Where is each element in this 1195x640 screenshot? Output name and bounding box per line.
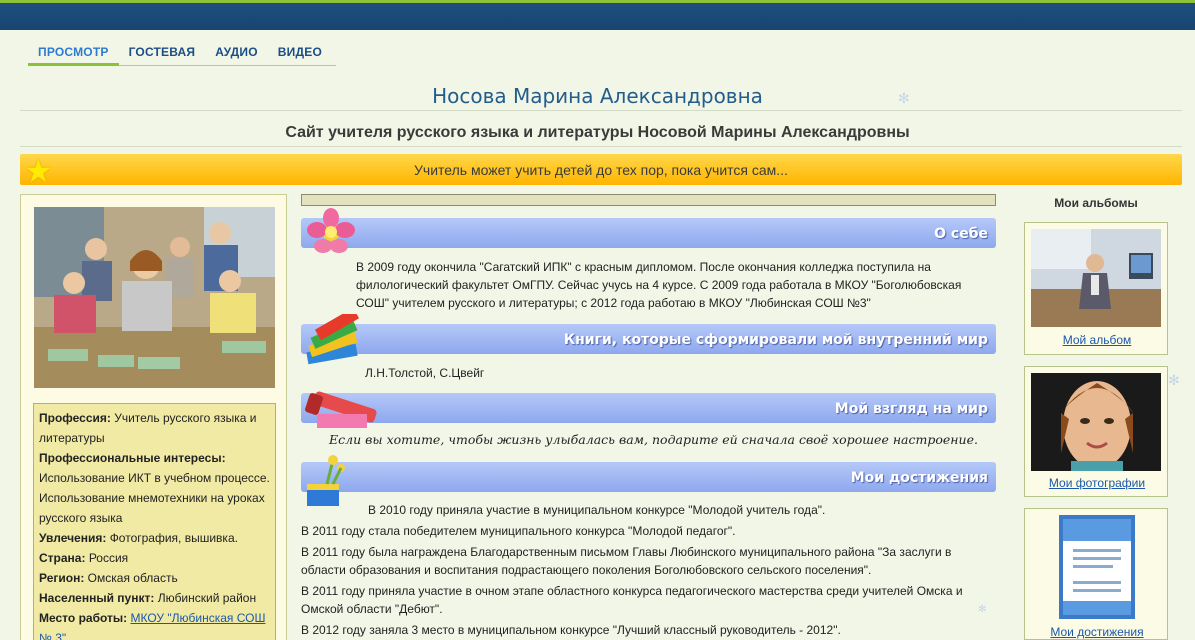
country-row: Страна: Россия	[39, 548, 270, 568]
snowflake-icon: ✻	[1168, 372, 1180, 388]
page-subtitle: Сайт учителя русского языка и литературы…	[285, 124, 910, 141]
section-header-about: О себе	[301, 218, 996, 248]
trophy-flowers-icon	[307, 455, 345, 506]
interests-row: Профессиональные интересы: Использование…	[39, 448, 270, 528]
nav-view[interactable]: ПРОСМОТР	[28, 44, 119, 66]
nav-audio[interactable]: АУДИО	[205, 44, 268, 66]
album-thumbnail[interactable]	[1031, 373, 1161, 471]
album-link-my-album[interactable]: Мой альбом	[1025, 333, 1169, 347]
achievement-item: В 2011 году была награждена Благодарстве…	[301, 545, 952, 577]
nav-guestbook[interactable]: ГОСТЕВАЯ	[119, 44, 206, 66]
page-title: Носова Марина Александровна	[432, 84, 763, 108]
region-row: Регион: Омская область	[39, 568, 270, 588]
album-card[interactable]: Мои достижения	[1024, 508, 1168, 640]
locality-row: Населенный пункт: Любинский район	[39, 588, 270, 608]
album-card[interactable]: Мои фотографии	[1024, 366, 1168, 497]
album-link-my-photos[interactable]: Мои фотографии	[1025, 476, 1169, 490]
section-title-books: Книги, которые сформировали мой внутренн…	[563, 332, 988, 348]
books-icon	[306, 314, 360, 365]
hobbies-row: Увлечения: Фотография, вышивка.	[39, 528, 270, 548]
divider	[20, 110, 1182, 111]
country-label: Страна:	[39, 551, 86, 565]
profile-photo	[34, 207, 275, 388]
workplace-row: Место работы: МКОУ "Любинская СОШ № 3"	[39, 608, 270, 640]
profession-label: Профессия:	[39, 411, 111, 425]
achievements-list: В 2010 году приняла участие в муниципаль…	[301, 501, 996, 639]
album-thumbnail[interactable]	[1031, 229, 1161, 327]
divider	[20, 146, 1182, 147]
section-header-view: Мой взгляд на мир	[301, 393, 996, 423]
achievement-item: В 2011 году стала победителем муниципаль…	[301, 524, 736, 538]
region-label: Регион:	[39, 571, 85, 585]
section-title-view: Мой взгляд на мир	[834, 401, 988, 417]
achievement-item: В 2011 году приняла участие в очном этап…	[301, 584, 963, 616]
profession-row: Профессия: Учитель русского языка и лите…	[39, 408, 270, 448]
profile-info: Профессия: Учитель русского языка и лите…	[33, 403, 276, 640]
achievement-item: В 2012 году заняла 3 место в муниципальн…	[301, 623, 841, 637]
hobbies-value: Фотография, вышивка.	[109, 531, 238, 545]
main-nav: ПРОСМОТР ГОСТЕВАЯ АУДИО ВИДЕО	[28, 44, 336, 66]
motto-bar: ★ Учитель может учить детей до тех пор, …	[20, 153, 1182, 189]
achievement-item: В 2010 году приняла участие в муниципаль…	[368, 503, 826, 517]
region-value: Омская область	[87, 571, 178, 585]
section-header-books: Книги, которые сформировали мой внутренн…	[301, 324, 996, 354]
workplace-label: Место работы:	[39, 611, 128, 625]
interests-label: Профессиональные интересы:	[39, 451, 226, 465]
nav-video[interactable]: ВИДЕО	[268, 44, 332, 66]
interests-value: Использование ИКТ в учебном процессе. Ис…	[39, 471, 270, 525]
top-banner	[0, 0, 1195, 30]
album-card[interactable]: Мой альбом	[1024, 222, 1168, 355]
albums-title: Мои альбомы	[1054, 196, 1138, 210]
flower-icon	[307, 208, 355, 253]
view-quote: Если вы хотите, чтобы жизнь улыбалась ва…	[329, 432, 978, 447]
about-text: В 2009 году окончила "Сагатский ИПК" с к…	[356, 260, 962, 310]
profile-sidebar: Профессия: Учитель русского языка и лите…	[20, 194, 287, 640]
motto-text: Учитель может учить детей до тех пор, по…	[414, 162, 788, 178]
horizontal-scrollbar[interactable]	[301, 194, 996, 206]
album-thumbnail[interactable]	[1059, 515, 1135, 619]
locality-label: Населенный пункт:	[39, 591, 155, 605]
snowflake-icon: ✻	[898, 90, 910, 106]
section-title-achievements: Мои достижения	[850, 470, 988, 486]
country-value: Россия	[88, 551, 129, 565]
section-title-about: О себе	[934, 226, 988, 242]
books-text: Л.Н.Толстой, С.Цвейг	[365, 366, 485, 380]
section-header-achievements: Мои достижения	[301, 462, 996, 492]
album-link-my-achievements[interactable]: Мои достижения	[1025, 625, 1169, 639]
locality-value: Любинский район	[157, 591, 257, 605]
telescope-icon	[305, 391, 377, 428]
hobbies-label: Увлечения:	[39, 531, 107, 545]
